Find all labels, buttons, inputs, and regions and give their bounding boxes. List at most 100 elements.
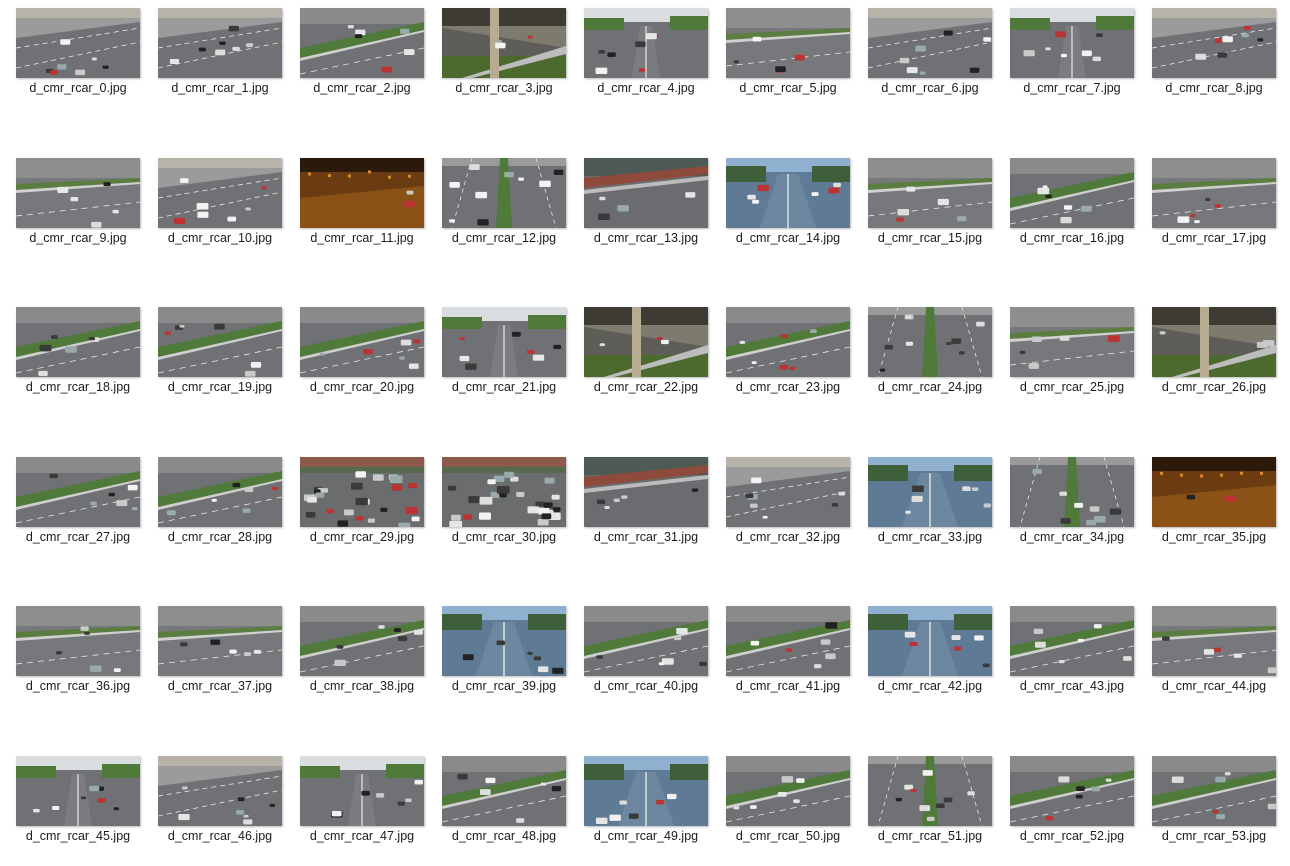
- file-name-label[interactable]: d_cmr_rcar_33.jpg: [859, 530, 1001, 544]
- file-name-label[interactable]: d_cmr_rcar_43.jpg: [1001, 679, 1143, 693]
- file-thumbnail[interactable]: [726, 756, 850, 826]
- file-thumbnail[interactable]: [726, 307, 850, 378]
- file-thumbnail[interactable]: [16, 8, 140, 78]
- file-name-label[interactable]: d_cmr_rcar_1.jpg: [149, 81, 291, 95]
- file-thumbnail[interactable]: [584, 756, 708, 826]
- file-name-label[interactable]: d_cmr_rcar_9.jpg: [7, 231, 149, 245]
- file-name-label[interactable]: d_cmr_rcar_48.jpg: [433, 829, 575, 843]
- file-tile[interactable]: d_cmr_rcar_50.jpg: [726, 756, 868, 866]
- file-thumbnail[interactable]: [442, 606, 566, 677]
- file-name-label[interactable]: d_cmr_rcar_6.jpg: [859, 81, 1001, 95]
- file-thumbnail[interactable]: [868, 8, 992, 78]
- file-tile[interactable]: d_cmr_rcar_32.jpg: [726, 456, 868, 567]
- file-name-label[interactable]: d_cmr_rcar_26.jpg: [1143, 380, 1285, 394]
- file-tile[interactable]: d_cmr_rcar_11.jpg: [300, 157, 442, 268]
- file-tile[interactable]: d_cmr_rcar_53.jpg: [1152, 756, 1290, 866]
- file-tile[interactable]: d_cmr_rcar_17.jpg: [1152, 157, 1290, 268]
- file-thumbnail[interactable]: [16, 157, 140, 228]
- file-name-label[interactable]: d_cmr_rcar_32.jpg: [717, 530, 859, 544]
- file-tile[interactable]: d_cmr_rcar_45.jpg: [16, 756, 158, 866]
- file-name-label[interactable]: d_cmr_rcar_24.jpg: [859, 380, 1001, 394]
- file-thumbnail[interactable]: [1010, 456, 1134, 527]
- file-thumbnail[interactable]: [16, 606, 140, 677]
- file-thumbnail[interactable]: [726, 8, 850, 78]
- file-tile[interactable]: d_cmr_rcar_46.jpg: [158, 756, 300, 866]
- file-name-label[interactable]: d_cmr_rcar_37.jpg: [149, 679, 291, 693]
- file-tile[interactable]: d_cmr_rcar_3.jpg: [442, 8, 584, 118]
- file-tile[interactable]: d_cmr_rcar_44.jpg: [1152, 606, 1290, 716]
- file-name-label[interactable]: d_cmr_rcar_5.jpg: [717, 81, 859, 95]
- file-name-label[interactable]: d_cmr_rcar_22.jpg: [575, 380, 717, 394]
- file-name-label[interactable]: d_cmr_rcar_42.jpg: [859, 679, 1001, 693]
- file-tile[interactable]: d_cmr_rcar_14.jpg: [726, 157, 868, 268]
- file-tile[interactable]: d_cmr_rcar_9.jpg: [16, 157, 158, 268]
- file-thumbnail[interactable]: [300, 157, 424, 228]
- file-name-label[interactable]: d_cmr_rcar_50.jpg: [717, 829, 859, 843]
- file-thumbnail[interactable]: [1152, 8, 1276, 78]
- file-thumbnail[interactable]: [868, 307, 992, 378]
- file-tile[interactable]: d_cmr_rcar_47.jpg: [300, 756, 442, 866]
- file-name-label[interactable]: d_cmr_rcar_0.jpg: [7, 81, 149, 95]
- file-name-label[interactable]: d_cmr_rcar_40.jpg: [575, 679, 717, 693]
- file-tile[interactable]: d_cmr_rcar_12.jpg: [442, 157, 584, 268]
- file-name-label[interactable]: d_cmr_rcar_38.jpg: [291, 679, 433, 693]
- file-name-label[interactable]: d_cmr_rcar_18.jpg: [7, 380, 149, 394]
- file-tile[interactable]: d_cmr_rcar_34.jpg: [1010, 456, 1152, 567]
- file-tile[interactable]: d_cmr_rcar_5.jpg: [726, 8, 868, 118]
- file-tile[interactable]: d_cmr_rcar_2.jpg: [300, 8, 442, 118]
- file-tile[interactable]: d_cmr_rcar_16.jpg: [1010, 157, 1152, 268]
- file-name-label[interactable]: d_cmr_rcar_10.jpg: [149, 231, 291, 245]
- file-tile[interactable]: d_cmr_rcar_42.jpg: [868, 606, 1010, 716]
- file-tile[interactable]: d_cmr_rcar_26.jpg: [1152, 307, 1290, 417]
- file-tile[interactable]: d_cmr_rcar_21.jpg: [442, 307, 584, 417]
- file-name-label[interactable]: d_cmr_rcar_47.jpg: [291, 829, 433, 843]
- file-tile[interactable]: d_cmr_rcar_29.jpg: [300, 456, 442, 567]
- file-tile[interactable]: d_cmr_rcar_10.jpg: [158, 157, 300, 268]
- file-name-label[interactable]: d_cmr_rcar_53.jpg: [1143, 829, 1285, 843]
- file-name-label[interactable]: d_cmr_rcar_19.jpg: [149, 380, 291, 394]
- file-name-label[interactable]: d_cmr_rcar_49.jpg: [575, 829, 717, 843]
- file-tile[interactable]: d_cmr_rcar_18.jpg: [16, 307, 158, 417]
- file-tile[interactable]: d_cmr_rcar_7.jpg: [1010, 8, 1152, 118]
- file-name-label[interactable]: d_cmr_rcar_11.jpg: [291, 231, 433, 245]
- file-tile[interactable]: d_cmr_rcar_22.jpg: [584, 307, 726, 417]
- file-thumbnail[interactable]: [584, 157, 708, 228]
- file-thumbnail[interactable]: [158, 157, 282, 228]
- file-thumbnail[interactable]: [442, 157, 566, 228]
- file-tile[interactable]: d_cmr_rcar_25.jpg: [1010, 307, 1152, 417]
- file-name-label[interactable]: d_cmr_rcar_8.jpg: [1143, 81, 1285, 95]
- file-thumbnail[interactable]: [158, 307, 282, 378]
- file-tile[interactable]: d_cmr_rcar_30.jpg: [442, 456, 584, 567]
- file-name-label[interactable]: d_cmr_rcar_4.jpg: [575, 81, 717, 95]
- file-tile[interactable]: d_cmr_rcar_31.jpg: [584, 456, 726, 567]
- file-thumbnail[interactable]: [726, 157, 850, 228]
- file-tile[interactable]: d_cmr_rcar_37.jpg: [158, 606, 300, 716]
- file-name-label[interactable]: d_cmr_rcar_23.jpg: [717, 380, 859, 394]
- file-tile[interactable]: d_cmr_rcar_38.jpg: [300, 606, 442, 716]
- file-name-label[interactable]: d_cmr_rcar_2.jpg: [291, 81, 433, 95]
- file-name-label[interactable]: d_cmr_rcar_41.jpg: [717, 679, 859, 693]
- file-name-label[interactable]: d_cmr_rcar_7.jpg: [1001, 81, 1143, 95]
- file-name-label[interactable]: d_cmr_rcar_36.jpg: [7, 679, 149, 693]
- file-thumbnail[interactable]: [1152, 756, 1276, 826]
- file-thumbnail[interactable]: [442, 756, 566, 826]
- file-name-label[interactable]: d_cmr_rcar_44.jpg: [1143, 679, 1285, 693]
- file-thumbnail[interactable]: [868, 456, 992, 527]
- file-thumbnail[interactable]: [442, 456, 566, 527]
- file-tile[interactable]: d_cmr_rcar_0.jpg: [16, 8, 158, 118]
- file-thumbnail[interactable]: [300, 756, 424, 826]
- file-name-label[interactable]: d_cmr_rcar_13.jpg: [575, 231, 717, 245]
- file-tile[interactable]: d_cmr_rcar_52.jpg: [1010, 756, 1152, 866]
- file-tile[interactable]: d_cmr_rcar_39.jpg: [442, 606, 584, 716]
- file-thumbnail[interactable]: [158, 756, 282, 826]
- file-thumbnail[interactable]: [1010, 8, 1134, 78]
- file-name-label[interactable]: d_cmr_rcar_46.jpg: [149, 829, 291, 843]
- file-thumbnail[interactable]: [158, 456, 282, 527]
- file-thumbnail[interactable]: [584, 8, 708, 78]
- file-tile[interactable]: d_cmr_rcar_20.jpg: [300, 307, 442, 417]
- file-name-label[interactable]: d_cmr_rcar_21.jpg: [433, 380, 575, 394]
- file-tile[interactable]: d_cmr_rcar_40.jpg: [584, 606, 726, 716]
- file-name-label[interactable]: d_cmr_rcar_45.jpg: [7, 829, 149, 843]
- file-tile[interactable]: d_cmr_rcar_27.jpg: [16, 456, 158, 567]
- file-thumbnail[interactable]: [726, 606, 850, 677]
